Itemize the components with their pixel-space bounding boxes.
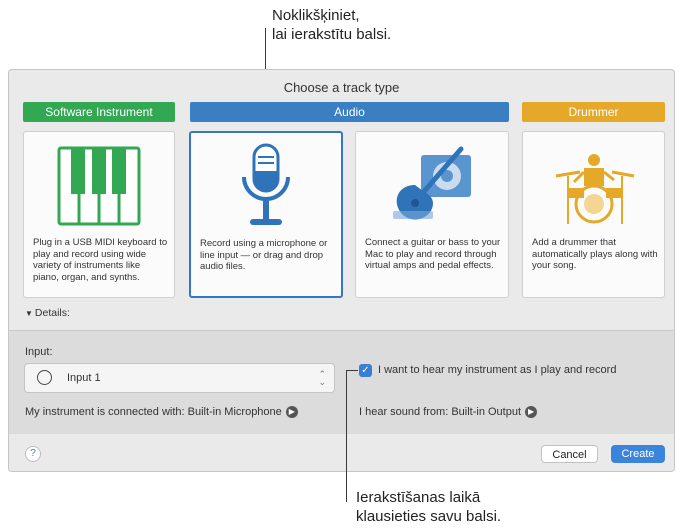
input-value: Input 1 — [67, 372, 101, 384]
callout-top-line2: lai ierakstītu balsi. — [272, 26, 392, 43]
choose-track-dialog: Choose a track type Software Instrument … — [8, 69, 675, 472]
arrow-right-icon[interactable]: ▶ — [285, 406, 298, 419]
details-disclosure[interactable]: ▼ Details: — [25, 307, 70, 319]
instrument-connected-text: My instrument is connected with: Built-i… — [25, 406, 282, 418]
details-panel: Input: Input 1 ⌃ ⌄ ✓ I want to hear my in… — [9, 330, 674, 434]
updown-chevron-icon: ⌃ ⌄ — [318, 369, 326, 387]
category-drummer: Drummer — [522, 102, 665, 122]
details-label: Details: — [34, 307, 70, 319]
help-button[interactable]: ? — [25, 446, 41, 462]
instrument-connected: My instrument is connected with: Built-i… — [25, 406, 298, 419]
dialog-title: Choose a track type — [283, 80, 400, 95]
callout-top: Noklikšķiniet, lai ierakstītu balsi. — [272, 6, 391, 44]
card-desc: Plug in a USB MIDI keyboard to play and … — [33, 237, 168, 283]
input-circle-icon — [37, 370, 52, 385]
guitar-icon — [393, 146, 471, 220]
microphone-icon — [242, 143, 290, 225]
hear-sound-from: I hear sound from: Built-in Output ▶ — [359, 406, 538, 419]
monitor-checkbox-label: I want to hear my instrument as I play a… — [378, 364, 617, 376]
card-desc: Record using a microphone or line input … — [200, 238, 328, 272]
cancel-button[interactable]: Cancel — [541, 445, 598, 463]
monitor-checkbox[interactable]: ✓ — [359, 364, 372, 377]
create-button[interactable]: Create — [611, 445, 665, 463]
card-desc: Connect a guitar or bass to your Mac to … — [365, 237, 501, 271]
category-software-instrument: Software Instrument — [23, 102, 175, 122]
input-select[interactable]: Input 1 ⌃ ⌄ — [24, 363, 335, 393]
card-drummer[interactable]: Add a drummer that automatically plays a… — [522, 131, 665, 298]
piano-keys-icon — [57, 146, 141, 226]
hear-sound-from-text: I hear sound from: Built-in Output — [359, 406, 522, 418]
card-software-instrument[interactable]: Plug in a USB MIDI keyboard to play and … — [23, 131, 175, 298]
drum-kit-icon — [555, 154, 634, 224]
input-label: Input: — [25, 346, 53, 358]
category-audio: Audio — [190, 102, 509, 122]
callout-bottom-line2: klausieties savu balsi. — [356, 508, 502, 525]
callout-bottom-pointer — [346, 370, 347, 502]
disclosure-triangle-icon: ▼ — [25, 309, 33, 318]
callout-bottom: Ierakstīšanas laikā klausieties savu bal… — [356, 488, 501, 526]
arrow-right-icon[interactable]: ▶ — [525, 406, 538, 419]
callout-top-line1: Noklikšķiniet, — [272, 7, 360, 24]
card-microphone[interactable]: Record using a microphone or line input … — [189, 131, 343, 298]
card-guitar[interactable]: Connect a guitar or bass to your Mac to … — [355, 131, 509, 298]
card-desc: Add a drummer that automatically plays a… — [532, 237, 658, 271]
callout-bottom-line1: Ierakstīšanas laikā — [356, 489, 481, 506]
callout-bottom-hook — [346, 370, 358, 371]
